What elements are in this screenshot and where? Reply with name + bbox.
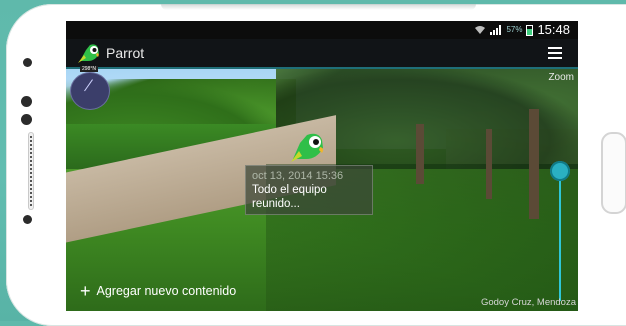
sensor-dot <box>21 96 32 107</box>
parrot-logo-icon[interactable] <box>76 41 102 65</box>
post-callout[interactable]: oct 13, 2014 15:36 Todo el equipo reunid… <box>245 165 373 215</box>
screen: 57% 15:48 Parrot 298°N Zoom oct 13, 2014… <box>66 21 578 311</box>
app-title: Parrot <box>106 45 145 61</box>
location-label: Godoy Cruz, Mendoza <box>480 297 576 308</box>
sensor-dot <box>23 215 32 224</box>
battery-icon <box>526 24 534 36</box>
plus-icon: + <box>80 281 91 301</box>
camera-dot <box>23 58 32 67</box>
post-text-line1: Todo el equipo <box>252 184 327 196</box>
zoom-label: Zoom <box>548 72 574 83</box>
speaker-grille <box>161 4 476 10</box>
post-text-line2: reunido... <box>252 198 300 210</box>
home-button[interactable] <box>601 132 626 214</box>
side-grille <box>28 132 34 210</box>
add-content-button[interactable]: + Agregar nuevo contenido <box>80 281 237 301</box>
parrot-marker-icon[interactable] <box>290 129 328 163</box>
clock: 15:48 <box>537 22 570 37</box>
status-bar: 57% 15:48 <box>66 21 578 39</box>
hamburger-menu-icon[interactable] <box>548 47 562 59</box>
zoom-slider-handle[interactable] <box>550 161 570 181</box>
post-date: oct 13, 2014 15:36 <box>252 170 344 182</box>
app-bar: Parrot <box>66 39 578 69</box>
compass-radar[interactable] <box>70 72 110 110</box>
add-content-label: Agregar nuevo contenido <box>96 284 237 298</box>
signal-icon <box>490 25 502 35</box>
zoom-slider-track[interactable] <box>559 171 561 301</box>
battery-percent: 57% <box>506 25 523 34</box>
wifi-icon <box>475 26 486 34</box>
sensor-dot <box>21 114 32 125</box>
